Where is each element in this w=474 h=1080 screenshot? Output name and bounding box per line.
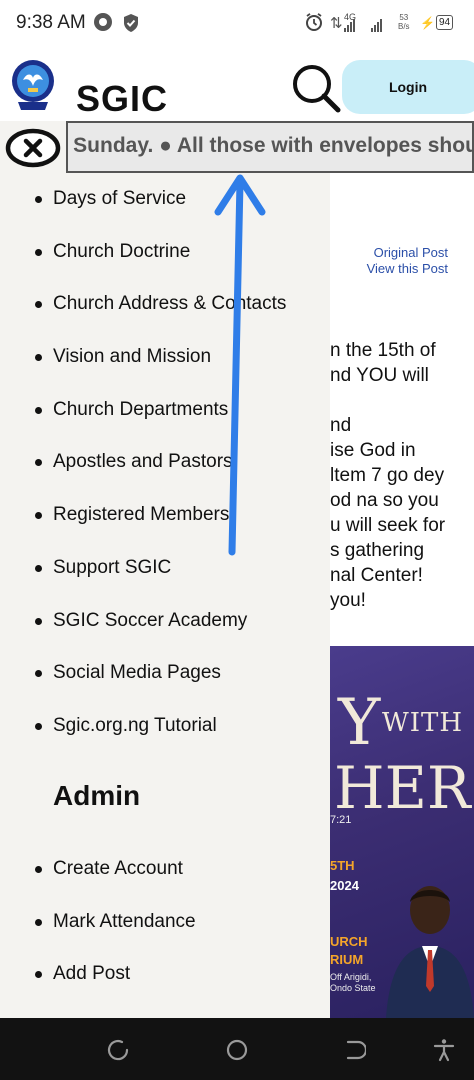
accessibility-icon[interactable] [432,1038,456,1062]
post-line: nd [330,415,352,436]
post-line [330,388,474,413]
site-title[interactable]: SGIC [76,78,168,120]
back-icon[interactable] [342,1038,366,1062]
post-line: od na so you [330,490,439,511]
post-line: u will seek for [330,515,446,536]
post-body: n the 15th of nd YOU will nd ise God in … [330,338,474,613]
close-icon [5,128,61,168]
signal-icon [344,18,355,32]
post-line: nal Center! [330,565,423,586]
status-bar: 9:38 AM ⇅ 4G 53 B/s ⚡ 94 [0,0,474,48]
search-icon[interactable] [290,62,342,114]
signal-icon-secondary [371,18,382,32]
announcement-ticker: this Sunday. ● All those with envelopes … [66,121,474,173]
login-button[interactable]: Login [342,60,474,114]
network-speed-value: 53 [399,13,409,22]
menu-item-days-of-service[interactable]: Days of Service [0,186,330,239]
flyer-address-line: Off Arigidi, [330,972,372,982]
post-line: n the 15th of [330,340,436,361]
ticker-text: this Sunday. ● All those with envelopes … [68,134,472,157]
church-logo[interactable] [10,58,56,112]
network-speed-unit: B/s [398,22,410,31]
charging-icon: ⚡ [420,15,435,30]
home-icon[interactable] [225,1038,249,1062]
flyer-address: Off Arigidi, Ondo State [330,972,376,994]
flyer-address-line: Ondo State [330,983,376,993]
menu-item-church-departments[interactable]: Church Departments [0,397,330,450]
view-post-link[interactable]: View this Post [367,261,448,277]
site-header: SGIC Login [0,48,474,120]
menu-item-social-media-pages[interactable]: Social Media Pages [0,660,330,713]
side-menu: Days of Service Church Doctrine Church A… [0,173,330,1018]
menu-item-soccer-academy[interactable]: SGIC Soccer Academy [0,608,330,661]
menu-item-church-doctrine[interactable]: Church Doctrine [0,239,330,292]
menu-item-mark-attendance[interactable]: Mark Attendance [0,909,330,962]
recents-icon[interactable] [106,1038,130,1062]
menu-item-apostles-pastors[interactable]: Apostles and Pastors [0,449,330,502]
event-flyer-image[interactable]: Y WITH HER 7:21 5TH 2024 URCH RIUM Off A… [330,646,474,1018]
flyer-heading-part: Y [338,686,381,760]
menu-item-create-account[interactable]: Create Account [0,856,330,909]
menu-item-church-address-contacts[interactable]: Church Address & Contacts [0,291,330,344]
flyer-venue: URCH [330,934,368,949]
post-line: you! [330,590,366,611]
flyer-year: 2024 [330,878,359,893]
menu-item-support-sgic[interactable]: Support SGIC [0,555,330,608]
post-links: Original Post View this Post [367,245,448,277]
menu-item-tutorial[interactable]: Sgic.org.ng Tutorial [0,713,330,766]
status-time: 9:38 AM [16,12,86,33]
chrome-icon [94,13,112,31]
post-line: ise God in [330,440,416,461]
admin-menu-list: Create Account Mark Attendance Add Post [0,856,330,1014]
flyer-heading-part: HER [334,754,471,822]
android-nav-bar [0,1018,474,1080]
menu-item-registered-members[interactable]: Registered Members [0,502,330,555]
battery-level: 94 [435,15,454,30]
post-line: s gathering [330,540,425,561]
network-speed: 53 B/s [398,13,410,31]
admin-heading: Admin [53,780,141,811]
flyer-venue: RIUM [330,952,364,967]
post-line: nd YOU will [330,365,429,386]
pastor-photo [386,886,474,1018]
flyer-heading-part: WITH [382,708,464,738]
flyer-date: 5TH [330,858,355,873]
flyer-scripture: 7:21 [330,814,352,826]
post-line: ltem 7 go dey [330,465,445,486]
shield-icon [124,14,138,32]
menu-item-add-post[interactable]: Add Post [0,961,330,1014]
close-menu-button[interactable] [0,121,66,173]
original-post-link[interactable]: Original Post [367,245,448,261]
menu-item-vision-mission[interactable]: Vision and Mission [0,344,330,397]
vibrate-icon: ⇅ [330,15,343,32]
alarm-icon [306,13,322,31]
menu-list: Days of Service Church Doctrine Church A… [0,186,330,766]
battery-icon: ⚡ 94 [420,15,454,30]
